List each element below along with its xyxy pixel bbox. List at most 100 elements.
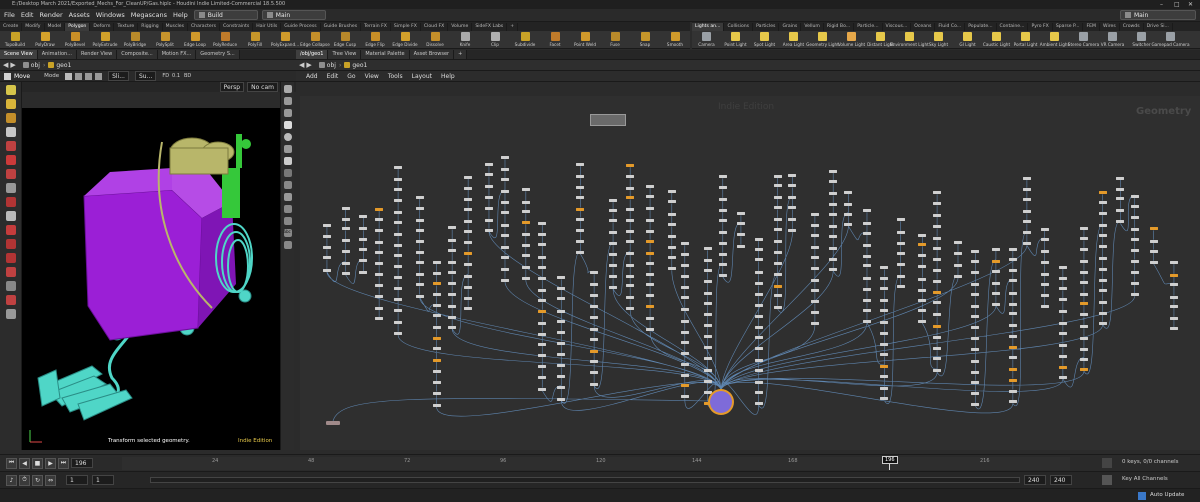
sop-node[interactable] bbox=[1130, 195, 1139, 199]
pane-tab[interactable]: Tree View bbox=[328, 50, 362, 59]
jump-start-button[interactable]: ⏮ bbox=[6, 457, 17, 469]
sop-node[interactable] bbox=[448, 292, 457, 296]
sop-node[interactable] bbox=[773, 262, 782, 266]
sop-node[interactable] bbox=[1116, 176, 1125, 180]
shelf-tab[interactable]: Deform bbox=[90, 23, 115, 31]
sop-node[interactable] bbox=[880, 299, 889, 303]
sop-node[interactable] bbox=[971, 371, 980, 375]
shelf-tab[interactable]: Sparse P... bbox=[1053, 23, 1084, 31]
sop-node[interactable] bbox=[667, 223, 676, 227]
sop-node[interactable] bbox=[1169, 283, 1178, 287]
sop-node[interactable] bbox=[375, 241, 384, 245]
sop-node[interactable] bbox=[773, 228, 782, 232]
sop-node[interactable] bbox=[953, 263, 962, 267]
sop-node[interactable] bbox=[667, 189, 676, 193]
sop-node[interactable] bbox=[667, 234, 676, 238]
pane-tab[interactable]: + bbox=[454, 50, 468, 59]
sop-node[interactable] bbox=[1058, 265, 1067, 269]
shelf-tool-button[interactable]: PolyBridge bbox=[120, 31, 150, 49]
sop-node[interactable] bbox=[880, 331, 889, 335]
sop-node[interactable] bbox=[1079, 226, 1088, 230]
sop-node[interactable] bbox=[1098, 311, 1107, 315]
sop-node[interactable] bbox=[754, 335, 763, 339]
sop-node[interactable] bbox=[590, 327, 599, 331]
sop-node[interactable] bbox=[971, 326, 980, 330]
sop-node[interactable] bbox=[1149, 260, 1158, 264]
lock-icon[interactable] bbox=[283, 109, 292, 117]
sop-node[interactable] bbox=[918, 299, 927, 303]
sop-node[interactable] bbox=[1149, 249, 1158, 253]
sop-node[interactable] bbox=[609, 199, 618, 203]
sop-node[interactable] bbox=[971, 403, 980, 407]
sop-node[interactable] bbox=[394, 253, 403, 257]
camera-icon[interactable] bbox=[283, 193, 292, 201]
sop-node[interactable] bbox=[590, 271, 599, 275]
sop-node[interactable] bbox=[576, 240, 585, 244]
shelf-tab[interactable]: Polygon bbox=[65, 23, 91, 31]
sop-node[interactable] bbox=[680, 252, 689, 256]
sop-node[interactable] bbox=[773, 239, 782, 243]
sop-node[interactable] bbox=[394, 309, 403, 313]
sop-node[interactable] bbox=[500, 255, 509, 259]
sop-node[interactable] bbox=[341, 239, 350, 243]
sop-node[interactable] bbox=[880, 364, 889, 368]
shelf-tool-button[interactable]: Snap bbox=[630, 31, 660, 49]
sop-node[interactable] bbox=[375, 261, 384, 265]
menu-edit[interactable]: Edit bbox=[21, 11, 34, 19]
sop-node[interactable] bbox=[557, 276, 566, 280]
sop-node[interactable] bbox=[991, 302, 1000, 306]
sop-node[interactable] bbox=[448, 239, 457, 243]
sop-node[interactable] bbox=[375, 217, 384, 221]
timeline-track[interactable]: 24487296120144168192216 196 bbox=[122, 456, 1070, 470]
sop-node[interactable] bbox=[394, 233, 403, 237]
sop-node[interactable] bbox=[1169, 273, 1178, 277]
shelf-tab[interactable]: Populate... bbox=[965, 23, 997, 31]
shelf-tool-button[interactable]: GI Light bbox=[953, 31, 982, 49]
sop-node[interactable] bbox=[829, 169, 838, 173]
sop-node[interactable] bbox=[646, 272, 655, 276]
sop-node[interactable] bbox=[933, 246, 942, 250]
sop-node[interactable] bbox=[754, 326, 763, 330]
path-obj[interactable]: obj bbox=[318, 62, 336, 69]
sop-node[interactable] bbox=[810, 212, 819, 216]
sop-node[interactable] bbox=[736, 244, 745, 248]
desktop-build-dropdown[interactable]: Build bbox=[193, 10, 258, 20]
shelf-tool-button[interactable]: Gamepad Camera bbox=[1151, 31, 1190, 49]
back-arrow-icon[interactable]: ◀ bbox=[3, 61, 8, 69]
shading-icon[interactable] bbox=[283, 145, 292, 153]
sop-node[interactable] bbox=[557, 331, 566, 335]
sop-node[interactable] bbox=[500, 278, 509, 282]
menu-file[interactable]: File bbox=[4, 11, 15, 19]
sop-node[interactable] bbox=[626, 296, 635, 300]
sop-node[interactable] bbox=[500, 200, 509, 204]
info-icon[interactable] bbox=[283, 241, 292, 249]
sop-node[interactable] bbox=[538, 255, 547, 259]
sop-node[interactable] bbox=[341, 227, 350, 231]
sop-node[interactable] bbox=[680, 286, 689, 290]
sop-node[interactable] bbox=[754, 368, 763, 372]
sop-node[interactable] bbox=[754, 314, 763, 318]
sop-node[interactable] bbox=[680, 384, 689, 388]
menu-help[interactable]: Help bbox=[173, 11, 188, 19]
shelf-tab[interactable]: Lights an... bbox=[692, 23, 725, 31]
sop-node[interactable] bbox=[341, 206, 350, 210]
realtime-icon[interactable]: ⏱ bbox=[19, 474, 30, 486]
sop-node[interactable] bbox=[1098, 224, 1107, 228]
sop-node[interactable] bbox=[703, 380, 712, 384]
shelf-tab[interactable]: Model bbox=[45, 23, 66, 31]
sop-node[interactable] bbox=[1008, 356, 1017, 360]
sop-node[interactable] bbox=[359, 271, 368, 275]
sop-node[interactable] bbox=[754, 238, 763, 242]
sop-node[interactable] bbox=[626, 306, 635, 310]
sop-node[interactable] bbox=[754, 247, 763, 251]
sop-node[interactable] bbox=[991, 247, 1000, 251]
sop-node[interactable] bbox=[1098, 300, 1107, 304]
sop-node[interactable] bbox=[415, 195, 424, 199]
network-menu-item[interactable]: Add bbox=[306, 73, 318, 80]
sop-node[interactable] bbox=[521, 200, 530, 204]
sop-node[interactable] bbox=[667, 212, 676, 216]
shelf-tab[interactable]: Volume bbox=[448, 23, 473, 31]
sop-node[interactable] bbox=[667, 267, 676, 271]
sop-node[interactable] bbox=[394, 178, 403, 182]
sop-node[interactable] bbox=[754, 391, 763, 395]
